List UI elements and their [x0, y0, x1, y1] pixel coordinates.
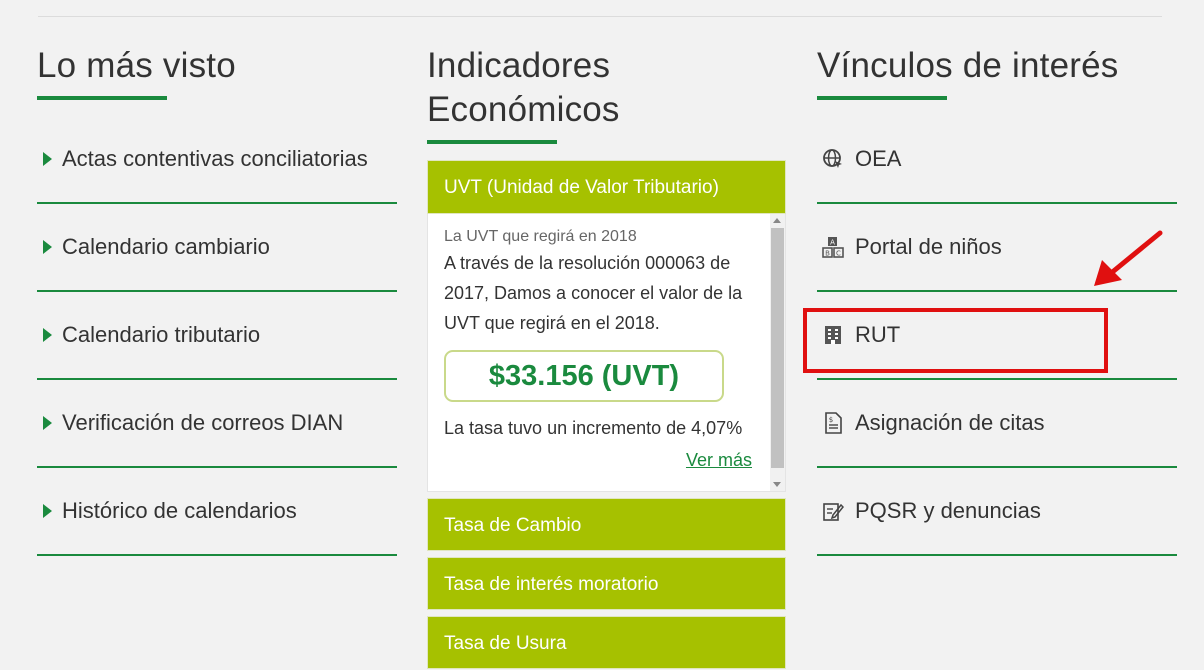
link-item-oea[interactable]: OEA — [817, 116, 1177, 204]
link-item-asignacion-citas[interactable]: $ Asignación de citas — [817, 380, 1177, 468]
top-divider — [38, 16, 1162, 17]
most-viewed-section: Lo más visto Actas contentivas conciliat… — [37, 44, 397, 556]
scrollbar-thumb[interactable] — [771, 228, 784, 468]
list-item-historico-calendarios[interactable]: Histórico de calendarios — [37, 468, 397, 556]
indicators-accordion: UVT (Unidad de Valor Tributario) La UVT … — [427, 160, 786, 669]
most-viewed-title: Lo más visto — [37, 46, 236, 85]
accordion-header-tasa-cambio[interactable]: Tasa de Cambio — [427, 498, 786, 551]
red-arrow-icon — [1094, 230, 1163, 286]
uvt-subtitle: La UVT que regirá en 2018 — [444, 228, 637, 245]
svg-text:B: B — [825, 250, 830, 258]
list-item-label: Actas contentivas conciliatorias — [62, 146, 368, 171]
link-label: OEA — [855, 146, 902, 171]
svg-text:C: C — [836, 250, 841, 258]
scroll-up-arrow-icon[interactable] — [773, 218, 781, 223]
links-title: Vínculos de interés — [817, 46, 1119, 85]
triangle-right-icon — [43, 328, 52, 342]
svg-text:A: A — [830, 239, 835, 247]
abc-blocks-icon: ABC — [821, 235, 845, 259]
list-item-label: Verificación de correos DIAN — [62, 410, 344, 435]
indicators-section: Indicadores Económicos UVT (Unidad de Va… — [427, 44, 787, 669]
uvt-rate-text: La tasa tuvo un incremento de 4,07% — [444, 418, 743, 438]
triangle-right-icon — [43, 504, 52, 518]
accordion-header-tasa-usura[interactable]: Tasa de Usura — [427, 616, 786, 669]
triangle-right-icon — [43, 152, 52, 166]
links-section: Vínculos de interés OEA ABC Portal de ni… — [817, 44, 1177, 556]
highlight-box-rut — [803, 308, 1108, 373]
link-item-pqsr[interactable]: PQSR y denuncias — [817, 468, 1177, 556]
link-label: PQSR y denuncias — [855, 498, 1041, 523]
dollar-document-icon: $ — [821, 411, 845, 435]
accordion-header-uvt[interactable]: UVT (Unidad de Valor Tributario) — [427, 160, 786, 214]
list-item-calendario-cambiario[interactable]: Calendario cambiario — [37, 204, 397, 292]
accordion-panel-uvt: La UVT que regirá en 2018 A través de la… — [427, 214, 786, 492]
list-item-label: Calendario tributario — [62, 322, 261, 347]
list-item-label: Calendario cambiario — [62, 234, 270, 259]
ver-mas-link[interactable]: Ver más — [686, 450, 752, 471]
title-underline — [817, 96, 947, 100]
uvt-description: A través de la resolución 000063 de 2017… — [444, 253, 743, 333]
scroll-down-arrow-icon[interactable] — [773, 482, 781, 487]
list-item-calendario-tributario[interactable]: Calendario tributario — [37, 292, 397, 380]
most-viewed-list: Actas contentivas conciliatorias Calenda… — [37, 116, 397, 556]
accordion-header-tasa-moratorio[interactable]: Tasa de interés moratorio — [427, 557, 786, 610]
list-item-verificacion-correos[interactable]: Verificación de correos DIAN — [37, 380, 397, 468]
svg-text:$: $ — [829, 416, 833, 424]
edit-document-icon — [821, 499, 845, 523]
globe-cursor-icon — [821, 147, 845, 171]
list-item-label: Histórico de calendarios — [62, 498, 297, 523]
list-item-actas[interactable]: Actas contentivas conciliatorias — [37, 116, 397, 204]
uvt-value-box: $33.156 (UVT) — [444, 350, 724, 402]
title-underline — [427, 140, 557, 144]
triangle-right-icon — [43, 240, 52, 254]
uvt-content: La UVT que regirá en 2018 A través de la… — [444, 228, 764, 439]
title-underline — [37, 96, 167, 100]
triangle-right-icon — [43, 416, 52, 430]
link-label: Portal de niños — [855, 234, 1002, 259]
link-label: Asignación de citas — [855, 410, 1045, 435]
indicators-title: Indicadores Económicos — [427, 46, 620, 129]
panel-scrollbar[interactable] — [770, 214, 785, 491]
